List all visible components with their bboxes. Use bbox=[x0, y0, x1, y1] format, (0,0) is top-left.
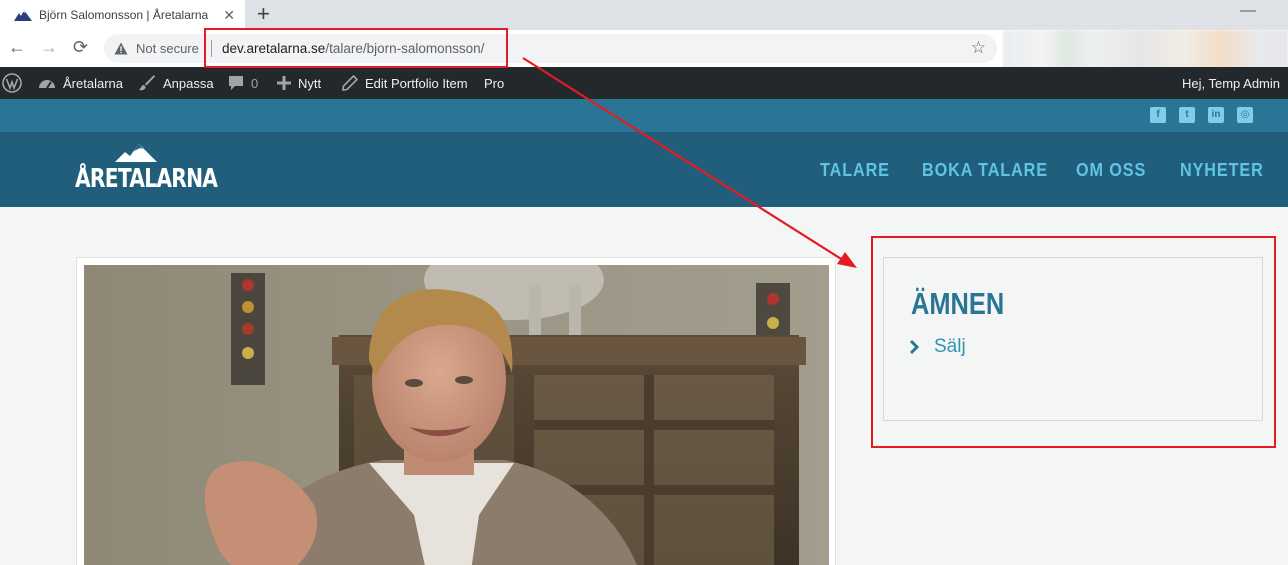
screenshot-root: Björn Salomonsson | Åretalarna ✕ + — ← →… bbox=[0, 0, 1288, 565]
annotation-arrow bbox=[522, 57, 857, 268]
